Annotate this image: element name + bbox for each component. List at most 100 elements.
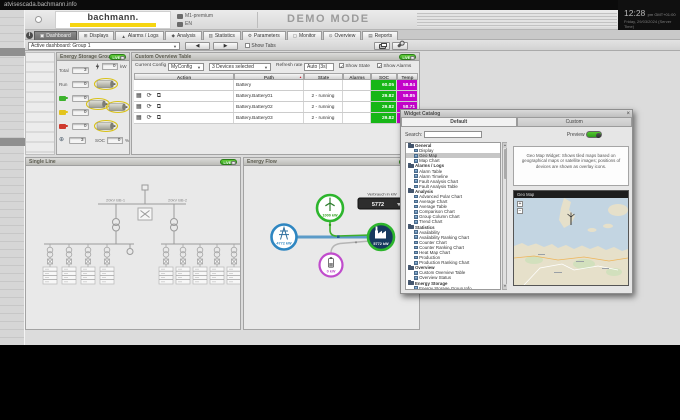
tab-analysis[interactable]: ◆ Analysis — [165, 31, 202, 40]
feeder-branch — [42, 244, 58, 285]
device-icon[interactable]: ▦ — [136, 115, 142, 121]
checkbox-icon[interactable] — [245, 42, 250, 48]
folder-icon — [408, 264, 414, 270]
open-icon[interactable]: ⧉ — [157, 115, 161, 121]
dashboard-prev-button[interactable]: ◀ — [185, 41, 210, 50]
column-header-state[interactable]: State — [304, 73, 343, 80]
globe-icon: ⊕ — [59, 136, 65, 143]
show-state-checkbox[interactable]: ✓ Show State — [339, 63, 370, 69]
table-row[interactable]: ▦ ⟳ ⧉ Battery.Battery02 2 - running 29.82 58.7… — [134, 102, 418, 113]
refresh-select[interactable]: Auto (3s)▼ — [304, 63, 334, 71]
device-icon[interactable]: ▦ — [136, 93, 142, 99]
show-tabs-checkbox[interactable]: Show Tabs — [245, 43, 276, 49]
show-alarms-checkbox[interactable]: ✓ Show Alarms — [377, 63, 411, 69]
zoom-out-button[interactable]: − — [517, 208, 523, 214]
language-icon[interactable] — [177, 21, 183, 27]
config-select[interactable]: MyConfig ▼ — [168, 63, 204, 71]
active-dashboard-select[interactable]: Active dashboard: Group 1 ▼ — [28, 41, 180, 50]
live-toggle[interactable]: LIVE — [109, 54, 126, 60]
widget-icon — [414, 174, 418, 178]
column-header-action[interactable]: Action — [134, 73, 234, 80]
tab-label: Statistics — [214, 33, 235, 39]
panel-header[interactable]: Energy Storage Group Info LIVE — [57, 53, 129, 61]
column-header-alarms[interactable]: Alarms — [343, 73, 371, 80]
panel-header[interactable]: Energy Flow LIVE — [244, 158, 419, 166]
settings-button[interactable] — [392, 41, 408, 50]
tree-scrollbar[interactable]: ▲ ▼ — [502, 142, 507, 290]
scroll-up-icon[interactable]: ▲ — [503, 143, 507, 148]
tab-dashboard[interactable]: ▣ Dashboard — [34, 31, 77, 40]
scroll-down-icon[interactable]: ▼ — [503, 284, 507, 289]
displays-icon: ⊞ — [83, 33, 88, 38]
close-icon[interactable]: × — [626, 111, 630, 118]
live-toggle[interactable]: LIVE — [399, 54, 416, 60]
sync-icon[interactable]: ⟳ — [147, 93, 152, 99]
cutoff-row-highlight — [0, 138, 25, 146]
open-icon[interactable]: ⧉ — [157, 93, 161, 99]
toggle-knob — [595, 132, 601, 138]
devices-select[interactable]: 3 Devices selected ▼ — [209, 63, 271, 71]
energy-storage-panel: Energy Storage Group Info LIVE Total 3 Run… — [56, 52, 131, 155]
live-toggle[interactable]: LIVE — [220, 159, 237, 165]
clock-block: 12:28 pm GMT+01:00 Friday, 29/03/2024 (S… — [618, 0, 680, 30]
table-row[interactable]: ▦⟳⧉Battery.Battery032 - running29.8258.8… — [134, 113, 418, 124]
header-radio-icon[interactable] — [35, 16, 42, 23]
info-button[interactable]: i — [26, 31, 33, 39]
grid-value: 4772 kW — [276, 242, 292, 246]
wind-node[interactable]: 1000 kW — [315, 193, 345, 223]
open-icon[interactable]: ⧉ — [157, 104, 161, 110]
scroll-thumb[interactable] — [503, 149, 507, 179]
storage-soc-row: SOC 0 % — [95, 137, 129, 144]
battery-node[interactable]: 0 kW — [318, 252, 344, 278]
widget-icon — [414, 209, 418, 214]
column-header-soc[interactable]: SOC — [371, 73, 397, 80]
controller-icon — [177, 13, 183, 19]
sync-icon[interactable]: ⟳ — [147, 115, 152, 121]
battery-yellow-icon — [59, 109, 68, 115]
tree-item-energy-storage-group-info[interactable]: Energy Storage Group Info — [406, 286, 500, 289]
search-input[interactable] — [423, 131, 482, 138]
zoom-in-button[interactable]: + — [517, 201, 523, 207]
tab-alarms-logs[interactable]: ▲ Alarms / Logs — [115, 31, 165, 40]
tab-statistics[interactable]: ▥ Statistics — [202, 31, 241, 40]
action-cell: ▦ ⟳ ⧉ — [134, 91, 234, 101]
main-nav-bar: i ▣ Dashboard ⊞ Displays ▲ Alarms / Logs ◆ Anal… — [25, 30, 680, 40]
device-icon[interactable]: ▦ — [136, 104, 142, 110]
energy-flow-panel: Energy Flow LIVE Verbrauch in kW 5772 — [243, 157, 420, 330]
cutoff-table-panel — [25, 52, 55, 155]
lightning-icon — [95, 63, 100, 70]
preview-toggle[interactable] — [586, 131, 602, 138]
toggle-knob — [120, 55, 125, 60]
language-label[interactable]: EN — [185, 21, 192, 27]
panel-header[interactable]: Single Line LIVE — [26, 158, 240, 166]
geo-map-image[interactable] — [513, 198, 629, 286]
table-row[interactable]: ▦ ⟳ ⧉ Battery.Battery01 2 - running 29.82 58.8… — [134, 91, 418, 102]
widget-catalog-dialog: Widget Catalog × Default Custom Search: … — [400, 109, 633, 294]
table-row[interactable]: Battery 60.05 58.84 — [134, 80, 418, 91]
tab-monitor[interactable]: ▢ Monitor — [286, 31, 322, 40]
tab-overview[interactable]: ⊙ Overview — [322, 31, 362, 40]
feeder-branch — [175, 244, 191, 285]
battery-green-icon — [59, 95, 68, 101]
column-header-path[interactable]: Path ▲ — [234, 73, 304, 80]
browser-url-bar[interactable]: atvisescada.bachmann.info ▣⌕ — [0, 0, 680, 10]
widget-icon — [414, 271, 418, 275]
tab-parameters[interactable]: ⚙ Parameters — [241, 31, 286, 40]
tab-reports[interactable]: ▤ Reports — [362, 31, 399, 40]
tab-custom[interactable]: Custom — [516, 118, 632, 127]
panel-header[interactable]: Custom Overview Table LIVE — [132, 53, 419, 61]
grid-node[interactable]: 4772 kW — [270, 223, 298, 251]
column-header-temp[interactable]: Temp — [397, 73, 418, 80]
tab-displays[interactable]: ⊞ Displays — [77, 31, 115, 40]
consumption-value: 5772 — [372, 202, 384, 208]
dialog-titlebar[interactable]: Widget Catalog × — [401, 110, 632, 118]
tab-default[interactable]: Default — [401, 118, 517, 127]
tab-label: Parameters — [253, 33, 280, 39]
table-controls: Current Config MyConfig ▼ 3 Devices selec… — [134, 63, 418, 72]
sync-icon[interactable]: ⟳ — [147, 104, 152, 110]
plant-node[interactable]: 5772 kW — [366, 222, 396, 252]
dashboard-next-button[interactable]: ▶ — [213, 41, 238, 50]
tab-label: Overview — [334, 33, 356, 39]
wind-flow-line — [329, 221, 371, 237]
print-button[interactable] — [374, 41, 390, 50]
